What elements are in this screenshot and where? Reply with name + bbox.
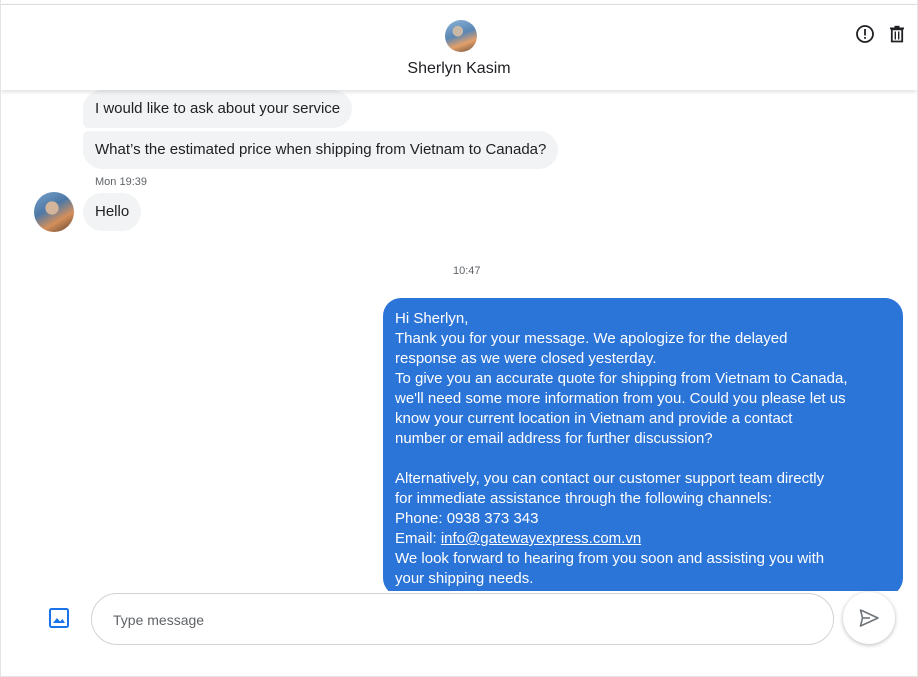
image-icon[interactable] [48, 607, 70, 629]
message-line: Thank you for your message. We apologize… [395, 330, 788, 347]
message-input[interactable] [111, 594, 815, 646]
message-line: Hi Sherlyn, [395, 310, 469, 327]
message-line: Alternatively, you can contact our custo… [395, 470, 825, 487]
incoming-message[interactable]: What’s the estimated price when shipping… [83, 131, 559, 169]
message-line: we'll need some more information from yo… [395, 390, 846, 407]
message-timestamp: 10:47 [453, 265, 481, 277]
send-button[interactable] [843, 592, 895, 644]
header-actions [855, 24, 907, 44]
composer [1, 591, 917, 676]
email-label: Email: [395, 530, 441, 547]
report-icon[interactable] [855, 24, 875, 44]
sender-avatar [34, 192, 74, 232]
contact-avatar[interactable] [445, 20, 477, 52]
email-link[interactable]: info@gatewayexpress.com.vn [441, 530, 641, 547]
message-line: for immediate assistance through the fol… [395, 490, 772, 507]
chat-header: Sherlyn Kasim [1, 4, 917, 90]
message-timestamp: Mon 19:39 [95, 176, 147, 188]
message-line: number or email address for further disc… [395, 430, 713, 447]
outgoing-message[interactable]: Hi Sherlyn, Thank you for your message. … [383, 298, 903, 591]
contact-name: Sherlyn Kasim [407, 60, 511, 77]
send-icon [859, 609, 879, 627]
message-line: know your current location in Vietnam an… [395, 410, 793, 427]
message-line: Phone: 0938 373 343 [395, 510, 539, 527]
message-line: We look forward to hearing from you soon… [395, 550, 825, 567]
message-line: your shipping needs. [395, 570, 534, 587]
message-list[interactable]: I would like to ask about your service W… [1, 89, 917, 591]
incoming-message[interactable]: I would like to ask about your service [83, 90, 353, 128]
trash-icon[interactable] [887, 24, 907, 44]
chat-window: Sherlyn Kasim I would like to ask about … [0, 0, 918, 677]
incoming-message[interactable]: Hello [83, 193, 142, 231]
email-line: Email: info@gatewayexpress.com.vn [395, 529, 891, 549]
message-line: response as we were closed yesterday. [395, 350, 657, 367]
message-input-wrapper[interactable] [91, 593, 834, 646]
message-line: To give you an accurate quote for shippi… [395, 370, 848, 387]
